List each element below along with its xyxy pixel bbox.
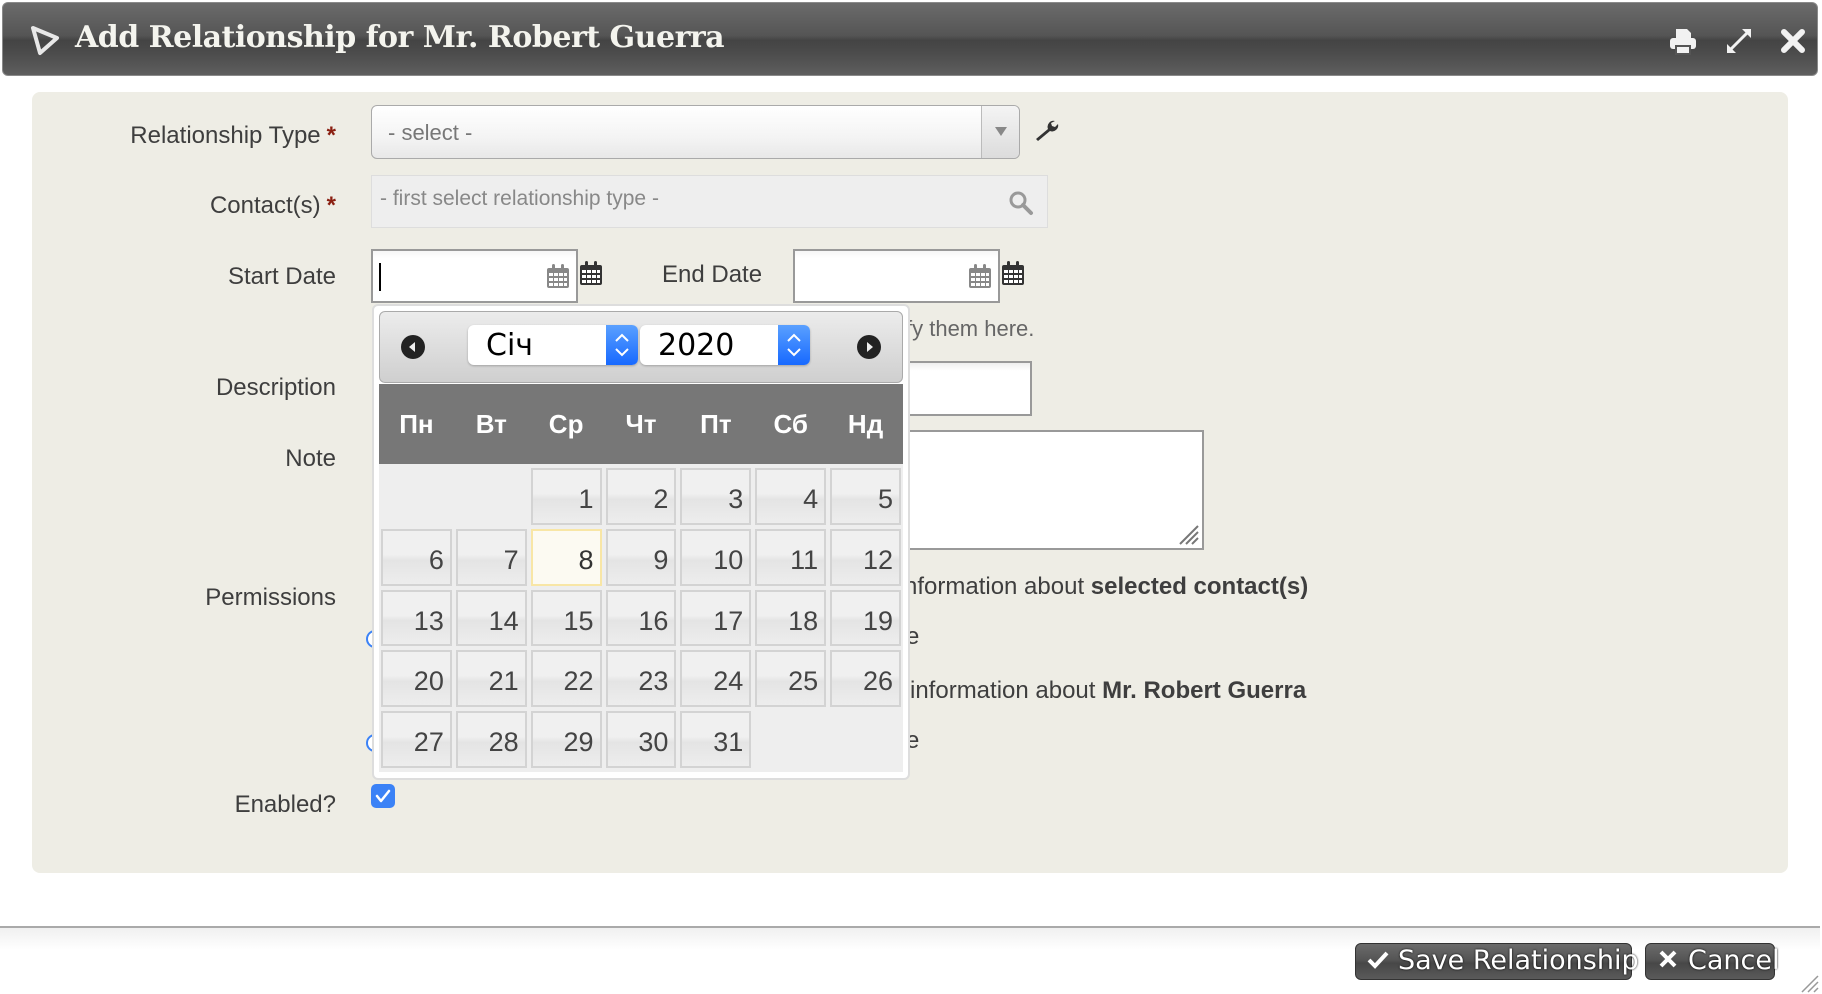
text-caret <box>379 263 381 291</box>
calendar-icon[interactable] <box>546 263 570 289</box>
day-cell[interactable]: 2 <box>605 468 677 525</box>
day-cell[interactable]: 31 <box>680 711 752 768</box>
day-cell[interactable]: 27 <box>381 711 452 768</box>
month-spinner-icon[interactable] <box>606 325 638 365</box>
dialog-resize-grip-icon[interactable] <box>1798 972 1820 994</box>
permission-line-text: nformation about <box>904 573 1091 600</box>
day-cell[interactable]: 6 <box>381 528 452 586</box>
day-cell[interactable]: 24 <box>680 650 752 708</box>
day-cell[interactable]: 22 <box>530 650 602 708</box>
checkmark-icon <box>375 789 391 803</box>
checkmark-icon <box>1367 951 1389 969</box>
day-cell[interactable]: 5 <box>830 468 901 525</box>
save-relationship-label: Save Relationship <box>1398 945 1639 976</box>
weekday-label: Вт <box>475 408 507 439</box>
day-cell[interactable]: 28 <box>455 711 527 768</box>
day-cell[interactable]: 30 <box>605 711 677 768</box>
relationship-type-label: Relationship Type * <box>130 122 336 150</box>
permission-line-text: information about <box>910 677 1103 704</box>
contacts-label-text: Contact(s) <box>209 192 321 219</box>
search-icon <box>1009 191 1033 215</box>
day-cell[interactable]: 3 <box>680 468 752 525</box>
permission-line-bold: selected contact(s) <box>1090 573 1309 600</box>
day-cell[interactable]: 7 <box>455 528 527 586</box>
note-label: Note <box>285 445 336 472</box>
day-cell[interactable]: 9 <box>605 528 677 586</box>
day-cell[interactable]: 26 <box>830 650 901 708</box>
next-month-icon[interactable] <box>856 334 882 360</box>
day-cell[interactable]: 13 <box>381 589 452 647</box>
day-cell[interactable]: 29 <box>530 711 602 768</box>
dialog-titlebar[interactable]: Add Relationship for Mr. Robert Guerra <box>2 2 1818 76</box>
day-cell[interactable]: 25 <box>755 650 827 708</box>
enabled-checkbox[interactable] <box>371 784 395 808</box>
permission-line-selected-contacts: nformation about selected contact(s) <box>904 573 1308 601</box>
save-relationship-button[interactable]: Save Relationship <box>1355 943 1639 980</box>
close-icon[interactable] <box>1777 25 1809 57</box>
calendar-icon[interactable] <box>579 260 603 286</box>
day-cell[interactable]: 18 <box>755 589 827 647</box>
weekday-label: Ср <box>548 408 584 439</box>
weekday-label: Пт <box>700 408 732 439</box>
start-date-label: Start Date <box>227 263 336 290</box>
end-date-input[interactable] <box>793 249 1000 303</box>
required-mark: * <box>326 122 336 149</box>
day-cell[interactable]: 12 <box>830 528 901 586</box>
year-value: 2020 <box>658 328 735 363</box>
day-cell[interactable]: 11 <box>755 528 827 586</box>
permission-line-robert-guerra: information about Mr. Robert Guerra <box>910 677 1306 705</box>
permission-line-bold: Mr. Robert Guerra <box>1102 677 1307 704</box>
year-spinner-icon[interactable] <box>778 325 810 365</box>
relationship-type-select[interactable]: - select - <box>371 105 1020 159</box>
resize-grip-icon[interactable] <box>1174 520 1200 546</box>
prev-month-icon[interactable] <box>400 334 426 360</box>
contacts-label: Contact(s) * <box>210 192 336 220</box>
day-cell[interactable]: 20 <box>381 650 452 708</box>
calendar-icon[interactable] <box>1001 260 1025 286</box>
weekday-label: Сб <box>773 408 808 439</box>
day-cell[interactable]: 23 <box>605 650 677 708</box>
day-cell[interactable]: 21 <box>455 650 527 708</box>
calendar-icon[interactable] <box>968 263 992 289</box>
permissions-label: Permissions <box>205 584 336 611</box>
printer-icon[interactable] <box>1667 25 1699 57</box>
triangle-logo-icon <box>31 26 59 55</box>
day-cell[interactable]: 1 <box>530 468 602 525</box>
maximize-icon[interactable] <box>1723 25 1755 57</box>
weekday-label: Пн <box>399 408 434 439</box>
cancel-label: Cancel <box>1688 945 1780 976</box>
weekday-header: Пн Вт Ср Чт Пт Сб Нд <box>379 384 903 464</box>
start-date-input[interactable] <box>371 249 578 303</box>
relationship-type-label-text: Relationship Type <box>130 122 321 149</box>
day-cell[interactable]: 10 <box>680 528 752 586</box>
datepicker-header: Січ 2020 <box>379 311 903 383</box>
month-value: Січ <box>486 328 534 363</box>
wrench-icon[interactable] <box>1033 118 1059 144</box>
dropdown-arrow-icon[interactable] <box>981 106 1019 158</box>
weekday-label: Нд <box>847 408 884 439</box>
close-icon <box>1659 950 1677 968</box>
date-help-text: fy them here. <box>906 316 1035 341</box>
day-cell[interactable]: 17 <box>680 589 752 647</box>
day-cell[interactable]: 4 <box>755 468 827 525</box>
description-label: Description <box>215 374 336 401</box>
end-date-label: End Date <box>662 261 763 288</box>
day-cell[interactable]: 19 <box>830 589 901 647</box>
enabled-label: Enabled? <box>234 791 336 818</box>
year-select[interactable]: 2020 <box>640 325 810 365</box>
dialog-title: Add Relationship for Mr. Robert Guerra <box>75 20 725 55</box>
day-cell[interactable]: 15 <box>530 589 602 647</box>
weekday-label: Чт <box>625 408 657 439</box>
day-cell[interactable]: 16 <box>605 589 677 647</box>
required-mark: * <box>326 192 336 219</box>
day-grid: 1 2 3 4 5 6 7 8 9 10 11 12 13 14 15 16 17 18 19 20 21 22 23 24 2… <box>379 464 903 772</box>
day-cell[interactable]: 14 <box>455 589 527 647</box>
contacts-placeholder: - first select relationship type - <box>380 187 659 210</box>
day-cell-today[interactable]: 8 <box>530 528 602 586</box>
month-select[interactable]: Січ <box>468 325 638 365</box>
contacts-input[interactable]: - first select relationship type - <box>371 175 1048 228</box>
relationship-type-placeholder: - select - <box>388 120 473 145</box>
datepicker: Січ 2020 Пн Вт Ср Чт Пт Сб Нд 1 2 3 4 5 6 7 8 9 10 11 12 1… <box>372 304 910 780</box>
cancel-button[interactable]: Cancel <box>1645 943 1779 980</box>
